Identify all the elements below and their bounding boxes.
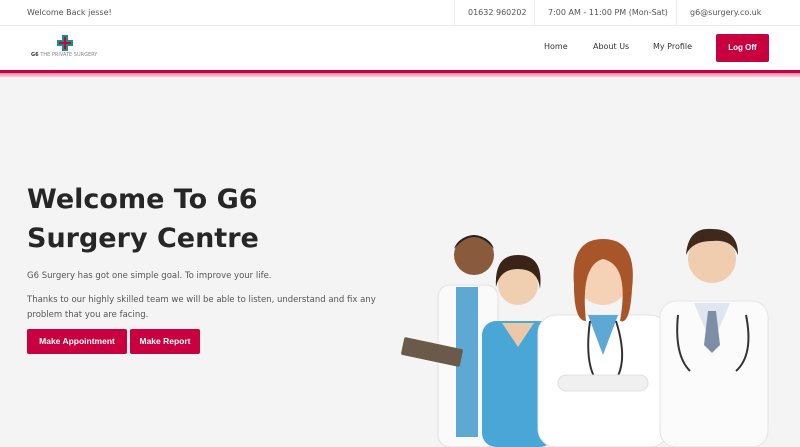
top-info-bar: Welcome Back jesse! 01632 960202 7:00 AM… <box>0 0 800 26</box>
site-logo[interactable]: G6 THE PRIVATE SURGERY <box>31 34 111 62</box>
opening-hours: 7:00 AM - 11:00 PM (Mon-Sat) <box>534 0 681 25</box>
doctor-illustration <box>537 239 669 447</box>
make-appointment-button[interactable]: Make Appointment <box>27 329 127 354</box>
logo-text: G6 THE PRIVATE SURGERY <box>31 52 97 58</box>
main-header: G6 THE PRIVATE SURGERY Home About Us My … <box>0 26 800 70</box>
logo-name: THE PRIVATE SURGERY <box>40 52 98 58</box>
doctors-team-image <box>401 228 769 447</box>
hero-description: Thanks to our highly skilled team we wil… <box>27 295 376 320</box>
logoff-button[interactable]: Log Off <box>716 34 769 62</box>
welcome-message: Welcome Back jesse! <box>27 8 112 17</box>
contact-phone: 01632 960202 <box>454 0 540 25</box>
make-report-button[interactable]: Make Report <box>130 329 200 354</box>
hero-intro: G6 Surgery has got one simple goal. To i… <box>27 271 272 281</box>
hero-title: Welcome To G6 Surgery Centre <box>27 184 259 254</box>
logo-brand: G6 <box>31 52 39 58</box>
header-accent-stripe <box>0 70 800 77</box>
nav-profile-link[interactable]: My Profile <box>653 42 692 51</box>
nav-home-link[interactable]: Home <box>544 42 568 51</box>
doctor-illustration <box>659 228 769 447</box>
medical-cross-icon <box>57 35 73 51</box>
contact-email[interactable]: g6@surgery.co.uk <box>676 0 774 25</box>
nav-about-link[interactable]: About Us <box>593 42 629 51</box>
